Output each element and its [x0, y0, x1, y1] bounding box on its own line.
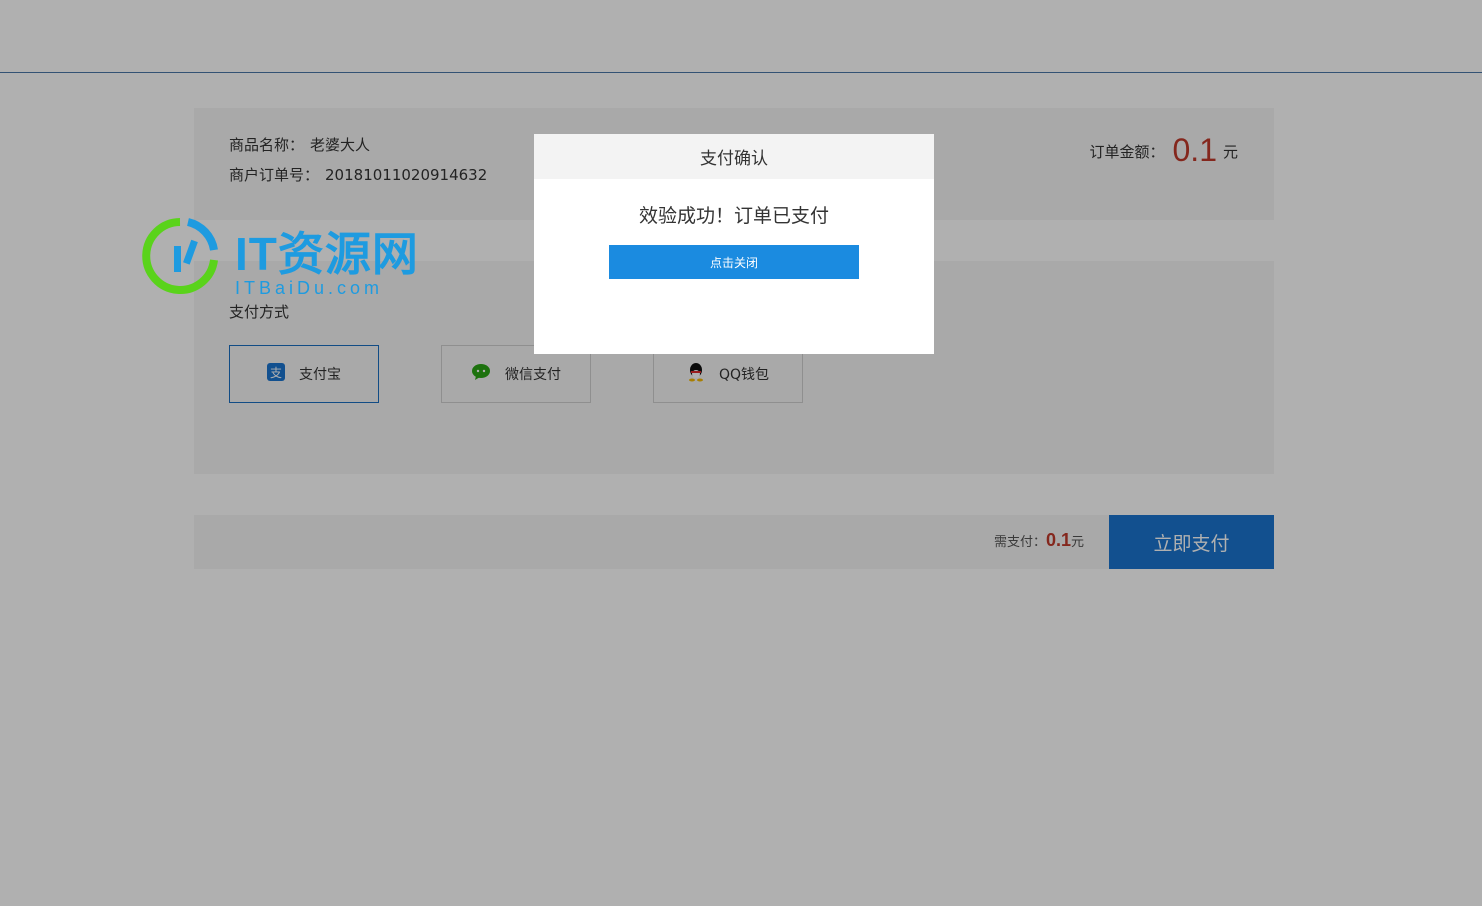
close-dialog-button[interactable]: 点击关闭: [609, 245, 859, 279]
watermark-logo: IT资源网 ITBaiDu.com: [140, 212, 460, 302]
payment-confirm-dialog: 支付确认 效验成功！订单已支付 点击关闭: [534, 134, 934, 354]
watermark-title: IT资源网: [235, 228, 419, 280]
dialog-title: 支付确认: [534, 134, 934, 179]
dialog-message: 效验成功！订单已支付: [638, 205, 829, 227]
watermark-ring-icon: [142, 218, 218, 294]
watermark-subtitle: ITBaiDu.com: [235, 278, 384, 298]
